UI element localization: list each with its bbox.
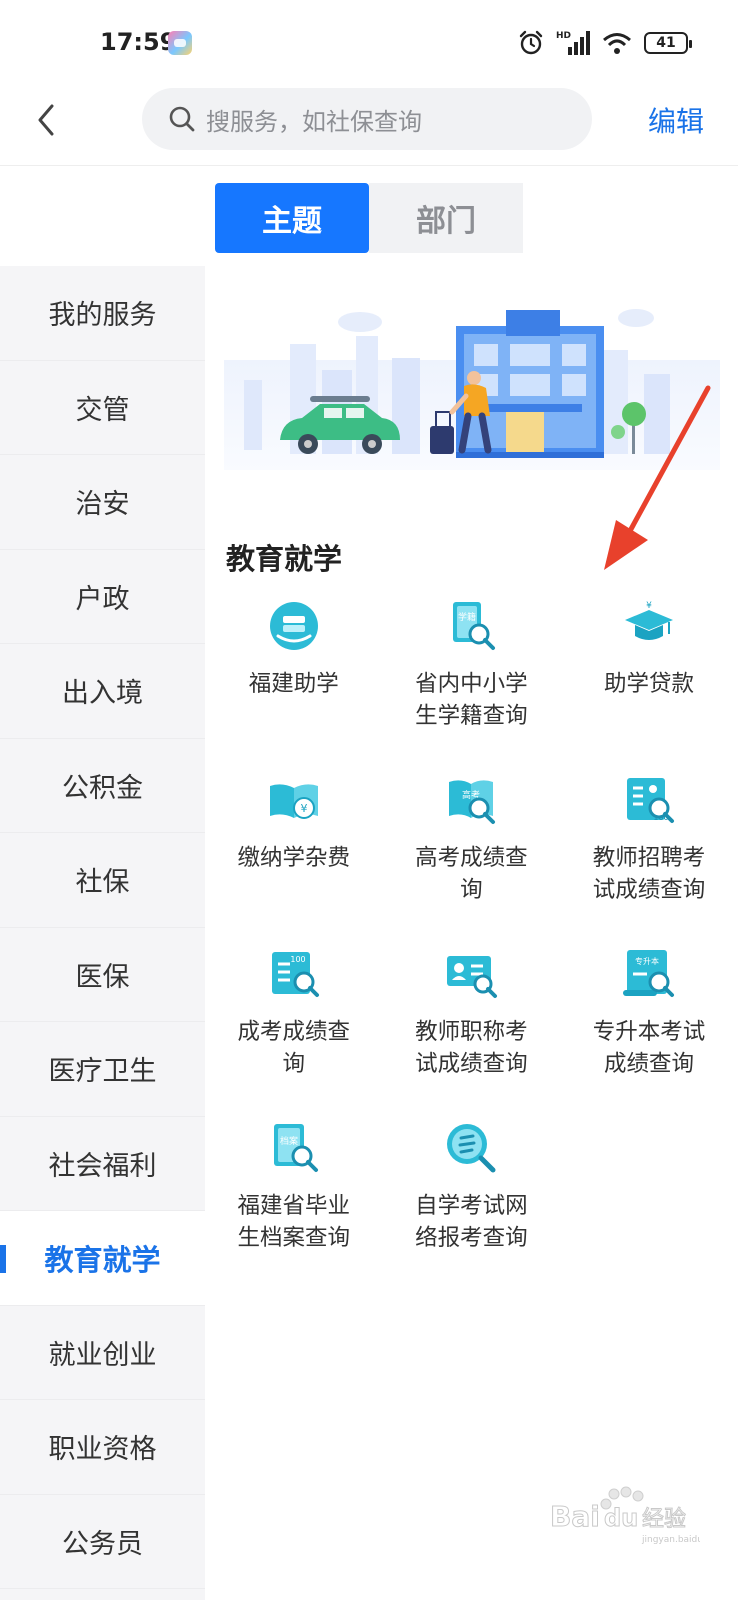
battery-icon: 41: [644, 32, 692, 54]
graduation-cap-icon: ¥: [624, 601, 673, 640]
fee-payment-icon: ¥: [269, 784, 318, 819]
service-item[interactable]: 档案 福建省毕业生档案查询: [205, 1112, 383, 1286]
back-arrow-icon[interactable]: [30, 100, 62, 140]
sidebar-item-public-security[interactable]: 治安: [0, 455, 205, 550]
upgrade-exam-search-icon: 专升本: [622, 950, 674, 997]
service-label: 省内中小学生学籍查询: [415, 671, 528, 729]
icon-label: 档案: [280, 1135, 298, 1147]
service-item[interactable]: 高考 高考成绩查询: [383, 764, 561, 938]
svg-text:Bai: Bai: [550, 1500, 600, 1533]
tab-bar: 主题 部门: [215, 183, 523, 253]
service-label: 教师职称考试成绩查询: [415, 1019, 528, 1077]
service-item[interactable]: 自学考试网络报考查询: [383, 1112, 561, 1286]
service-item[interactable]: ¥ 缴纳学杂费: [205, 764, 383, 938]
edit-button[interactable]: 编辑: [648, 100, 704, 140]
battery-level: 41: [656, 35, 676, 51]
section-title: 教育就学: [226, 542, 343, 576]
service-grid: 福建助学 学籍 省内中小学生学籍查询 ¥ 助学贷款 ¥ 缴纳学杂费 高考 高考成…: [205, 590, 738, 1286]
svg-text:¥: ¥: [646, 601, 652, 611]
self-study-exam-search-icon: [447, 1124, 496, 1173]
search-input[interactable]: 搜服务，如社保查询: [142, 88, 592, 150]
service-item[interactable]: ¥ 助学贷款: [560, 590, 738, 764]
city-banner-illustration: [224, 309, 720, 470]
sidebar-item-housing-fund[interactable]: 公积金: [0, 739, 205, 833]
baidu-watermark-logo: Bai du 经验 jingyan.baidu.com: [550, 1486, 700, 1545]
category-sidebar: 我的服务 交管 治安 户政 出入境 公积金 社保 医保 医疗卫生 社会福利 教育…: [0, 266, 205, 1600]
sidebar-item-household[interactable]: 户政: [0, 550, 205, 644]
status-icons: HD 41: [518, 28, 692, 58]
service-label: 助学贷款: [603, 671, 694, 697]
search-icon: [169, 106, 195, 132]
wifi-icon: [603, 33, 631, 54]
icon-label: 学籍: [458, 611, 476, 623]
service-label: 成考成绩查询: [237, 1019, 351, 1077]
sidebar-item-education[interactable]: 教育就学: [0, 1211, 205, 1306]
status-bar: 17:59 HD 41: [0, 0, 738, 84]
sidebar-item-my-services[interactable]: 我的服务: [0, 266, 205, 361]
svg-text:jingyan.baidu.com: jingyan.baidu.com: [641, 1535, 700, 1545]
service-label: 福建助学: [248, 671, 339, 697]
icon-label: 100: [290, 955, 305, 964]
top-bar: 搜服务，如社保查询 编辑: [0, 84, 738, 166]
sidebar-item-employment[interactable]: 就业创业: [0, 1306, 205, 1400]
sidebar-item-social-security[interactable]: 社保: [0, 833, 205, 928]
service-item[interactable]: 学籍 省内中小学生学籍查询: [383, 590, 561, 764]
tab-theme[interactable]: 主题: [215, 183, 369, 253]
service-label: 专升本考试成绩查询: [592, 1019, 706, 1077]
game-app-icon: [168, 31, 192, 55]
teacher-title-search-icon: [447, 956, 498, 998]
adult-exam-search-icon: 100: [271, 952, 319, 997]
funding-icon: [269, 602, 318, 650]
sidebar-item-healthcare[interactable]: 医疗卫生: [0, 1022, 205, 1117]
svg-text:du: du: [604, 1504, 638, 1532]
svg-text:¥: ¥: [300, 802, 307, 815]
icon-label: 专升本: [635, 956, 659, 966]
sidebar-item-qualification[interactable]: 职业资格: [0, 1400, 205, 1495]
sidebar-item-immigration[interactable]: 出入境: [0, 644, 205, 739]
service-item[interactable]: 福建助学: [205, 590, 383, 764]
tab-department[interactable]: 部门: [369, 183, 523, 253]
service-item[interactable]: 专升本 专升本考试成绩查询: [560, 938, 738, 1112]
service-label: 缴纳学杂费: [237, 845, 351, 871]
service-label: 高考成绩查询: [415, 845, 528, 903]
service-label: 自学考试网络报考查询: [415, 1193, 528, 1251]
service-item[interactable]: 100 教师招聘考试成绩查询: [560, 764, 738, 938]
alarm-icon: [519, 30, 543, 55]
search-placeholder: 搜服务，如社保查询: [206, 107, 422, 136]
graduate-archive-search-icon: 档案: [273, 1124, 318, 1172]
student-record-search-icon: 学籍: [453, 602, 496, 650]
signal-icon: HD: [556, 31, 590, 55]
service-label: 福建省毕业生档案查询: [237, 1193, 351, 1251]
service-item[interactable]: 100 成考成绩查询: [205, 938, 383, 1112]
status-time: 17:59: [100, 28, 177, 56]
exam-score-search-icon: 高考: [449, 780, 496, 824]
service-label: 教师招聘考试成绩查询: [592, 845, 706, 903]
sidebar-item-medical-insurance[interactable]: 医保: [0, 928, 205, 1022]
sidebar-item-civil-servant[interactable]: 公务员: [0, 1495, 205, 1589]
svg-text:经验: 经验: [642, 1507, 686, 1532]
teacher-recruit-search-icon: 100: [626, 778, 674, 823]
service-item[interactable]: 教师职称考试成绩查询: [383, 938, 561, 1112]
network-hd-label: HD: [556, 31, 571, 41]
sidebar-item-welfare[interactable]: 社会福利: [0, 1117, 205, 1211]
sidebar-item-traffic[interactable]: 交管: [0, 361, 205, 455]
